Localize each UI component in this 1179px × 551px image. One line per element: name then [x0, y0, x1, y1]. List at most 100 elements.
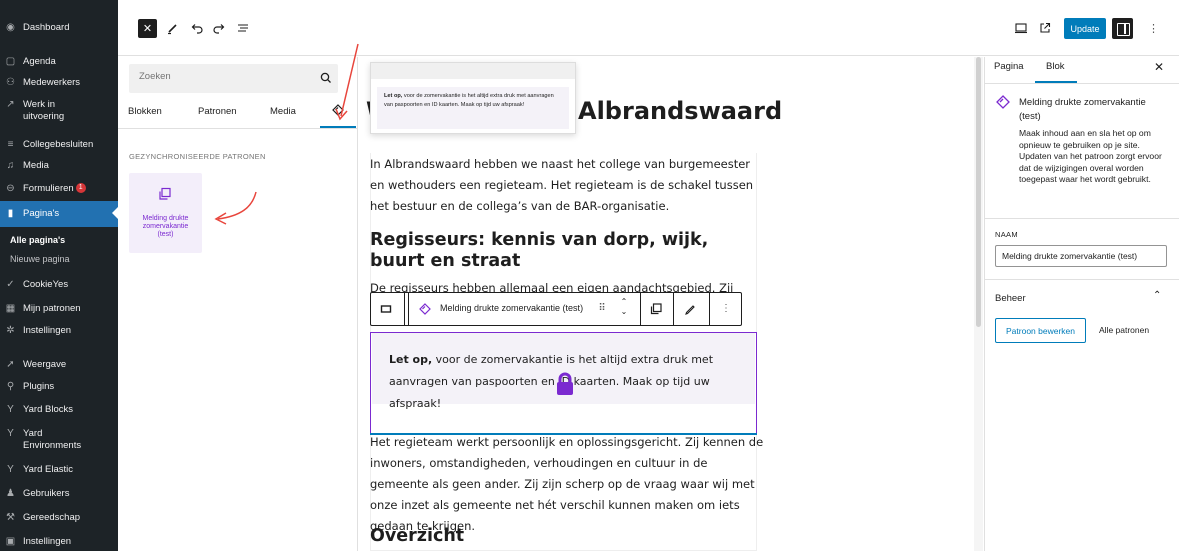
block-type-button[interactable]	[418, 302, 432, 316]
block-options-button[interactable]: ⋮	[719, 302, 733, 316]
notification-badge: 1	[75, 183, 86, 193]
drag-handle[interactable]: ⠿	[595, 302, 609, 316]
tools-button[interactable]	[166, 18, 180, 38]
tools-icon: ↗	[6, 99, 15, 110]
admin-menu-yard-elastic[interactable]: Y Yard Elastic	[0, 464, 118, 476]
synced-pattern-block[interactable]: Let op, voor de zomervakantie is het alt…	[370, 332, 757, 435]
close-icon: ✕	[142, 23, 153, 35]
pencil-icon	[168, 24, 177, 35]
admin-menu-instellingen-bottom[interactable]: ▣ Instellingen	[0, 536, 118, 548]
paragraph-regisseurs[interactable]: De regisseurs hebben allemaal een eigen …	[370, 279, 765, 293]
paragraph-regieteam[interactable]: Het regieteam werkt persoonlijk en oplos…	[370, 432, 765, 537]
synced-pattern-card[interactable]: Melding drukte zomervakantie (test)	[129, 173, 202, 253]
name-label: NAAM	[995, 230, 1018, 239]
redo-button[interactable]	[212, 18, 226, 38]
admin-sidebar: ◉ Dashboard ▢ Agenda ⚇ Medewerkers ↗ Werk i…	[0, 0, 118, 551]
pattern-preview-popup: Let op, voor de zomervakantie is het alt…	[370, 62, 576, 134]
admin-menu-mijn-patronen[interactable]: ▦ Mijn patronen	[0, 303, 118, 315]
view-page-button[interactable]	[1038, 18, 1052, 38]
admin-menu-dashboard[interactable]: ◉ Dashboard	[0, 22, 118, 34]
admin-menu-plugins[interactable]: ⚲ Plugins	[0, 381, 118, 393]
forms-icon: ⊖	[6, 183, 15, 194]
admin-menu-yard-environments[interactable]: Y Yard Environments	[0, 428, 118, 452]
admin-submenu-nieuwe-pagina[interactable]: Nieuwe pagina	[10, 254, 70, 264]
move-up-down-buttons[interactable]: ⌃ ⌄	[617, 297, 631, 316]
block-toolbar-pattern-name: Melding drukte zomervakantie (test)	[440, 303, 584, 313]
yard-icon: Y	[7, 428, 14, 439]
divider	[985, 218, 1179, 219]
admin-menu-gereedschap[interactable]: ⚒ Gereedschap	[0, 512, 118, 524]
tab-blocks[interactable]: Blokken	[128, 106, 162, 117]
editor-top-toolbar: ✕ Update ⋮	[118, 0, 1179, 56]
synced-pattern-icon	[996, 95, 1010, 109]
close-icon: ✕	[1154, 60, 1165, 74]
admin-menu-gebruikers[interactable]: ♟ Gebruikers	[0, 488, 118, 500]
preview-header	[371, 63, 575, 79]
tab-synced-patterns[interactable]	[331, 103, 345, 120]
block-toolbar: Melding drukte zomervakantie (test) ⠿ ⌃ ⌄…	[370, 292, 742, 326]
detach-pattern-button[interactable]	[649, 302, 663, 316]
search-icon[interactable]	[319, 71, 333, 85]
page-icon: ▮	[7, 208, 14, 219]
chevron-up-icon[interactable]: ⌃	[1153, 290, 1161, 301]
document-overview-button[interactable]	[236, 18, 250, 38]
admin-menu-medewerkers[interactable]: ⚇ Medewerkers	[0, 77, 118, 89]
admin-menu-cookieyes[interactable]: ✓ CookieYes	[0, 279, 118, 291]
heading-overzicht[interactable]: Overzicht	[370, 526, 464, 546]
undo-icon	[191, 24, 203, 34]
manage-panel-title[interactable]: Beheer	[995, 293, 1026, 304]
chevron-down-icon: ⌄	[620, 307, 628, 316]
admin-menu-weergave[interactable]: ➚ Weergave	[0, 359, 118, 371]
redo-icon	[213, 24, 225, 34]
admin-menu-yard-blocks[interactable]: Y Yard Blocks	[0, 404, 118, 416]
plugin-icon: ⚲	[6, 381, 15, 392]
cookie-icon: ✓	[6, 279, 15, 290]
heading-regisseurs[interactable]: Regisseurs: kennis van dorp, wijk, buurt…	[370, 230, 765, 272]
parent-block-button[interactable]	[379, 302, 393, 316]
admin-submenu-alle-paginas[interactable]: Alle pagina's	[10, 235, 65, 245]
all-patterns-link[interactable]: Alle patronen	[1099, 325, 1149, 335]
more-vertical-icon: ⋮	[1148, 22, 1159, 35]
preview-content: Let op, voor de zomervakantie is het alt…	[377, 87, 569, 129]
scrollbar-thumb[interactable]	[976, 57, 981, 327]
settings-toggle-button[interactable]	[1112, 18, 1133, 39]
divider	[985, 83, 1179, 84]
chevron-up-icon: ⌃	[620, 297, 628, 306]
close-inserter-button[interactable]: ✕	[138, 19, 157, 38]
tab-block-settings[interactable]: Blok	[1046, 61, 1064, 72]
update-button[interactable]: Update	[1064, 18, 1106, 39]
admin-menu-formulieren[interactable]: ⊖ Formulieren 1	[0, 183, 118, 195]
block-inserter-panel: Blokken Patronen Media GEZYNCHRONISEERDE…	[118, 57, 358, 551]
options-menu-button[interactable]: ⋮	[1148, 18, 1159, 38]
settings-icon: ▣	[5, 536, 16, 547]
external-link-icon	[1040, 22, 1051, 33]
tab-page-settings[interactable]: Pagina	[994, 61, 1024, 72]
page-title-end[interactable]: Albrandswaard	[578, 97, 782, 125]
yard-icon: Y	[7, 464, 14, 475]
edit-original-button[interactable]	[683, 302, 697, 316]
desktop-icon	[1015, 23, 1027, 34]
pencil-icon	[685, 305, 695, 315]
tab-patterns[interactable]: Patronen	[198, 106, 237, 117]
admin-menu-paginas[interactable]: ▮ Pagina's	[0, 201, 118, 227]
paragraph-intro[interactable]: In Albrandswaard hebben we naast het col…	[370, 154, 765, 217]
pattern-card-label: Melding drukte zomervakantie (test)	[142, 215, 189, 238]
pattern-name-field[interactable]	[995, 245, 1167, 267]
wrench-icon: ⚒	[6, 512, 15, 523]
edit-pattern-button[interactable]: Patroon bewerken	[995, 318, 1086, 343]
tab-media[interactable]: Media	[270, 106, 296, 117]
admin-menu-media[interactable]: ♫ Media	[0, 160, 118, 172]
block-card-description: Maak inhoud aan en sla het op om opnieuw…	[1019, 128, 1162, 184]
admin-menu-werk-in-uitvoering[interactable]: ↗ Werk in uitvoering	[0, 99, 118, 123]
settings-sidebar: Pagina Blok ✕ Melding drukte zomervakant…	[984, 57, 1179, 551]
lock-icon	[557, 372, 573, 395]
calendar-icon: ▢	[5, 56, 16, 67]
search-input[interactable]	[139, 71, 309, 82]
close-settings-button[interactable]: ✕	[1154, 60, 1164, 74]
admin-menu-agenda[interactable]: ▢ Agenda	[0, 56, 118, 68]
undo-button[interactable]	[190, 18, 204, 38]
preview-button[interactable]	[1014, 18, 1028, 38]
admin-menu-collegebesluiten[interactable]: ≡ Collegebesluiten	[0, 139, 118, 151]
admin-menu-instellingen-top[interactable]: ✲ Instellingen	[0, 325, 118, 337]
inserter-search	[129, 64, 338, 93]
